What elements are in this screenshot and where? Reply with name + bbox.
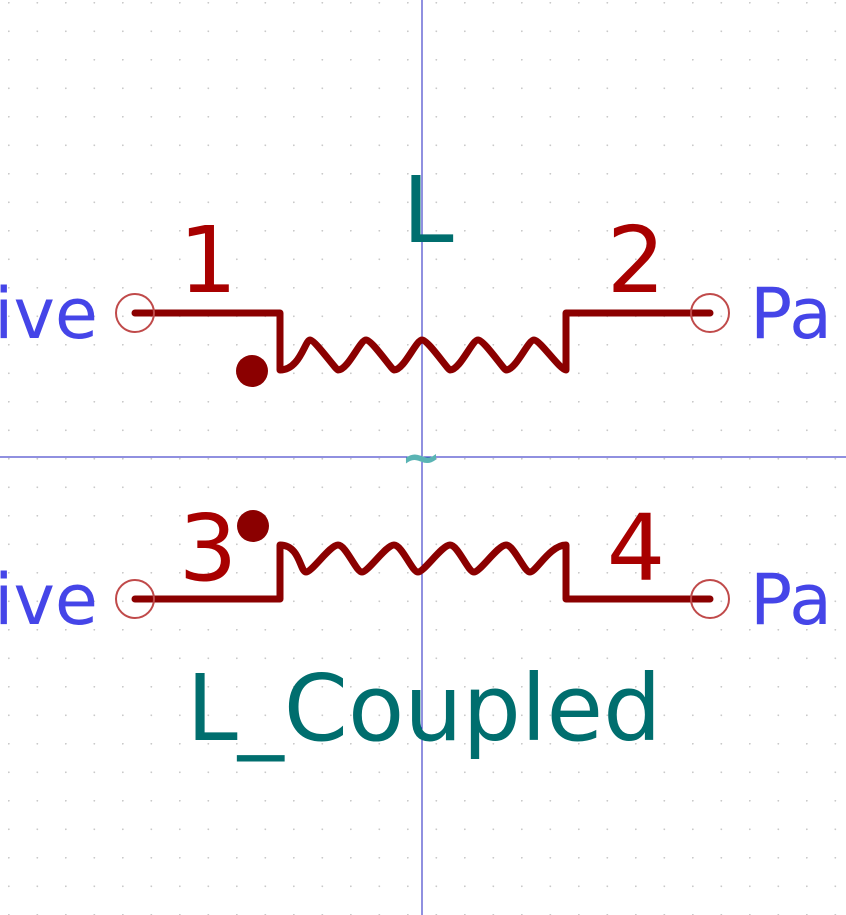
pin-2-type-label: Pa [750, 273, 832, 355]
coupling-indicator: ~ [401, 430, 441, 486]
pin-1-type-label: ive [0, 273, 98, 355]
pin-4-number: 4 [607, 495, 666, 602]
value-field[interactable]: L_Coupled [186, 655, 661, 762]
pin-1-number: 1 [179, 207, 238, 314]
pin-2-number: 2 [607, 207, 666, 314]
polarity-dot-bottom [237, 510, 269, 542]
pin-3-type-label: ive [0, 559, 98, 641]
reference-field[interactable]: L [402, 157, 453, 264]
pin-3-number: 3 [179, 495, 238, 602]
pin-4-type-label: Pa [750, 559, 832, 641]
schematic-canvas[interactable]: 1 2 3 4 ive Pa ive Pa L L_Coupled ~ [0, 0, 846, 915]
polarity-dot-top [236, 355, 268, 387]
